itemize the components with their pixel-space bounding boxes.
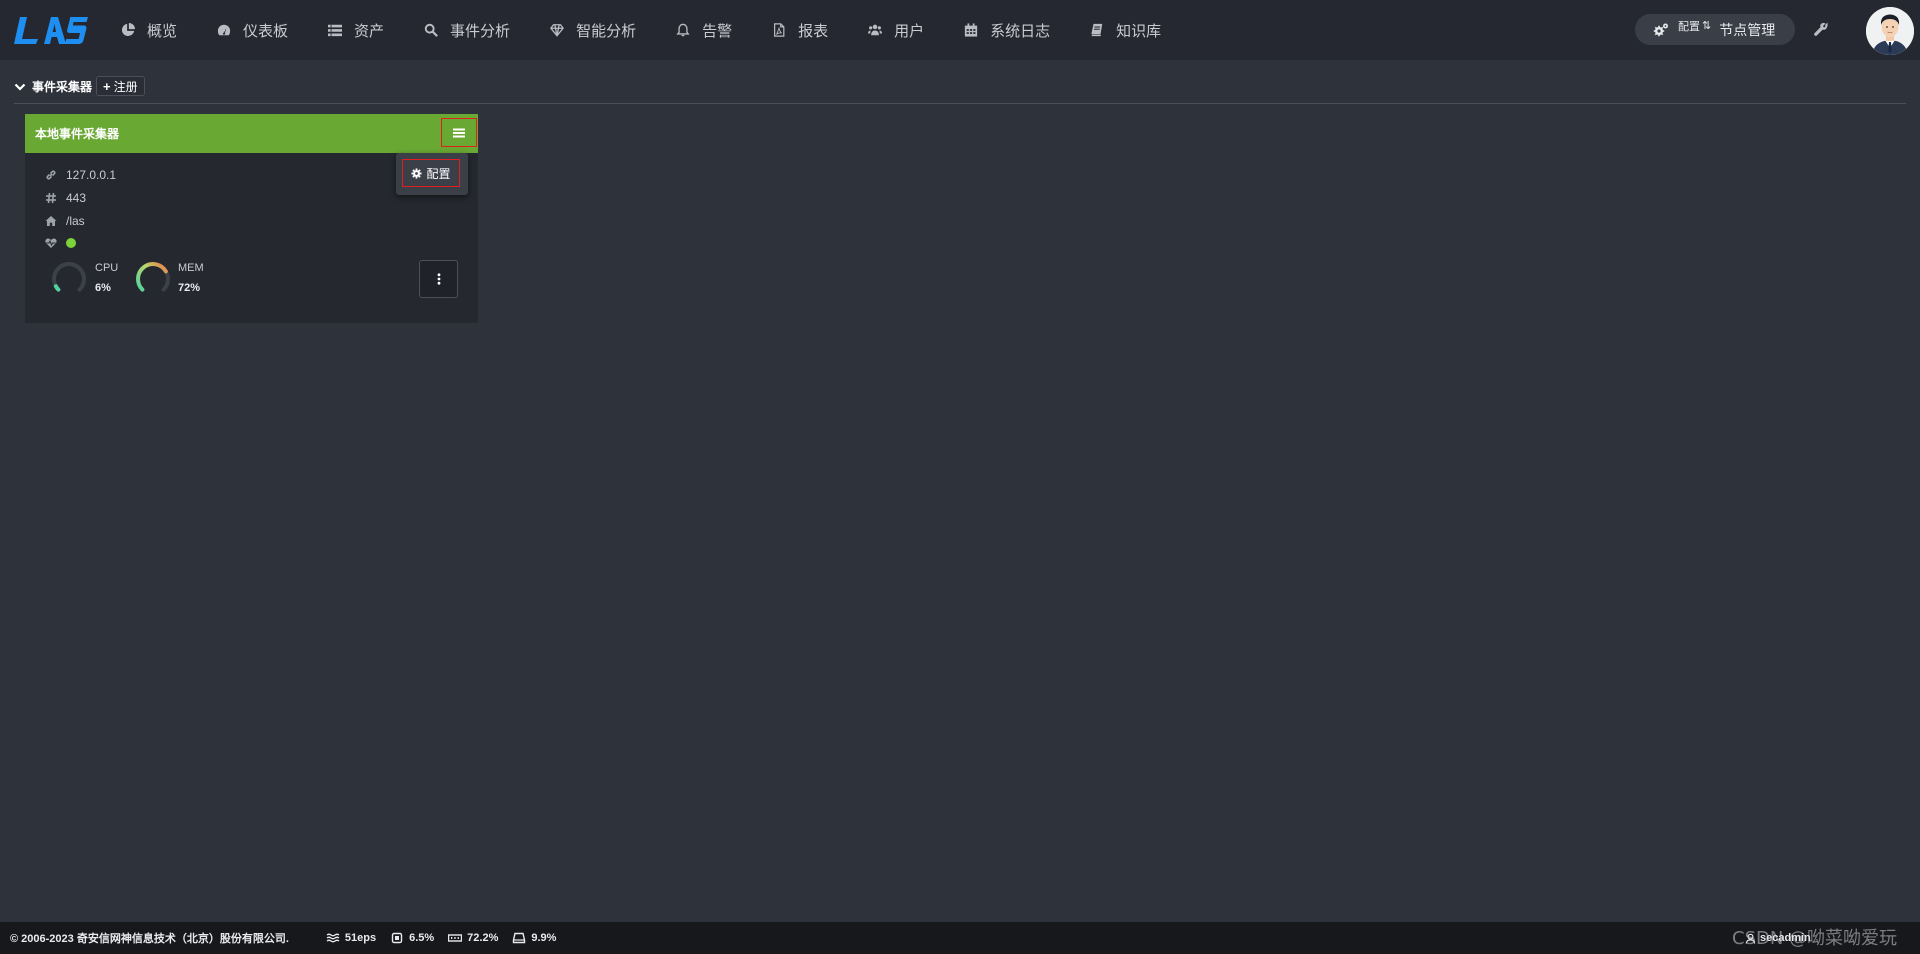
home-icon [45,215,57,227]
card-dropdown-menu: 配置 [396,153,468,195]
link-icon [45,169,57,181]
memory-icon [448,934,463,942]
cpu-gauge [52,262,86,292]
nav-item-label: 报表 [798,22,829,40]
list-icon [327,22,343,38]
cpu-label: CPU [95,262,119,274]
footer-mem-value: 72.2% [467,932,499,944]
collector-card-header: 本地事件采集器 [25,114,478,153]
nav-item-smart-analysis[interactable]: 智能分析 [529,0,655,60]
configure-menu-item[interactable]: 配置 [402,159,460,187]
cpu-icon [391,932,403,944]
csdn-watermark: CSDN @呦菜呦爱玩 [1732,928,1898,949]
collector-port-row: 443 [45,191,86,205]
disk-icon [513,932,526,944]
nav-item-alerts[interactable]: 告警 [655,0,751,60]
plus-icon: + [103,78,111,94]
dashboard-icon [216,22,232,38]
cpu-gauge-fill [53,284,61,292]
collector-section-header: 事件采集器 + 注册 [14,76,145,96]
status-footer: © 2006-2023 奇安信网神信息技术（北京）股份有限公司. 51eps 6… [0,922,1920,954]
configure-label: 配置 [426,166,451,181]
copyright-text: © 2006-2023 奇安信网神信息技术（北京）股份有限公司. [10,933,289,945]
wrench-icon[interactable] [1813,21,1831,39]
waves-icon [326,933,340,943]
node-management-label: 节点管理 [1719,21,1776,38]
main-nav: 概览 仪表板 资产 事件分析 智能分析 告警 报表 用户 系统日志 知识库 [100,0,1180,60]
search-icon [423,22,439,38]
diamond-icon [549,22,565,38]
more-options-button[interactable] [419,260,458,298]
register-label: 注册 [113,79,138,94]
collector-ip: 127.0.0.1 [66,168,117,182]
nav-item-overview[interactable]: 概览 [100,0,196,60]
bell-icon [675,22,691,38]
status-online-dot [66,238,76,248]
footer-mem: 72.2% [448,932,498,944]
collector-health-row [45,237,76,249]
nav-item-knowledge-base[interactable]: 知识库 [1069,0,1180,60]
nav-item-label: 用户 [894,22,925,40]
cpu-gauge-track [52,262,86,292]
user-avatar[interactable] [1866,7,1914,55]
footer-cpu: 6.5% [390,932,434,944]
footer-eps: 51eps [326,932,376,944]
nav-item-label: 系统日志 [990,22,1051,40]
nav-item-reports[interactable]: 报表 [751,0,847,60]
swap-icon: ⇅ [1702,20,1712,32]
avatar-image [1866,7,1914,55]
collector-name: 本地事件采集器 [35,127,120,141]
nav-item-users[interactable]: 用户 [847,0,943,60]
nav-item-label: 告警 [702,22,733,40]
gear-icon [411,167,423,179]
hash-icon [45,192,57,204]
gears-icon [1653,23,1668,36]
nav-item-label: 事件分析 [450,22,511,40]
nav-item-label: 知识库 [1116,22,1162,40]
collector-path: /las [66,214,85,228]
hamburger-icon [453,128,465,137]
footer-disk: 9.9% [512,932,556,944]
node-badge: 配置 [1678,20,1700,33]
ellipsis-vertical-icon [437,273,440,285]
las-logo[interactable] [0,0,100,60]
top-navbar: 概览 仪表板 资产 事件分析 智能分析 告警 报表 用户 系统日志 知识库 配置… [0,0,1920,60]
calendar-icon [963,22,979,38]
nav-item-dashboard[interactable]: 仪表板 [196,0,307,60]
register-button[interactable]: + 注册 [96,76,145,96]
chevron-down-icon[interactable] [14,80,26,92]
nav-item-label: 智能分析 [576,22,637,40]
section-divider [14,103,1906,104]
las-logo-mark [14,17,88,44]
book-icon [1089,22,1105,38]
collector-card: 本地事件采集器 127.0.0.1 443 /las CPU 6% MEM 72… [25,114,478,323]
cpu-value: 6% [95,282,111,294]
nav-item-assets[interactable]: 资产 [307,0,403,60]
pdf-file-icon [771,22,787,38]
section-title[interactable]: 事件采集器 [32,78,92,95]
mem-gauge-fill [136,262,168,292]
heartbeat-icon [45,237,57,249]
node-management-button[interactable]: 配置 ⇅ 节点管理 [1635,14,1795,45]
footer-cpu-value: 6.5% [409,932,435,944]
eps-value: 51eps [344,932,377,944]
collector-port: 443 [66,191,87,205]
nav-item-system-logs[interactable]: 系统日志 [943,0,1069,60]
nav-item-event-analysis[interactable]: 事件分析 [403,0,529,60]
mem-label: MEM [178,262,204,274]
footer-disk-value: 9.9% [531,932,557,944]
pie-chart-icon [120,22,136,38]
card-menu-button[interactable] [441,118,477,147]
nav-item-label: 资产 [354,22,385,40]
users-icon [867,22,883,38]
nav-item-label: 仪表板 [243,22,289,40]
collector-path-row: /las [45,214,85,228]
mem-gauge [136,262,170,292]
mem-value: 72% [178,282,201,294]
collector-ip-row: 127.0.0.1 [45,168,116,182]
nav-item-label: 概览 [147,22,178,40]
